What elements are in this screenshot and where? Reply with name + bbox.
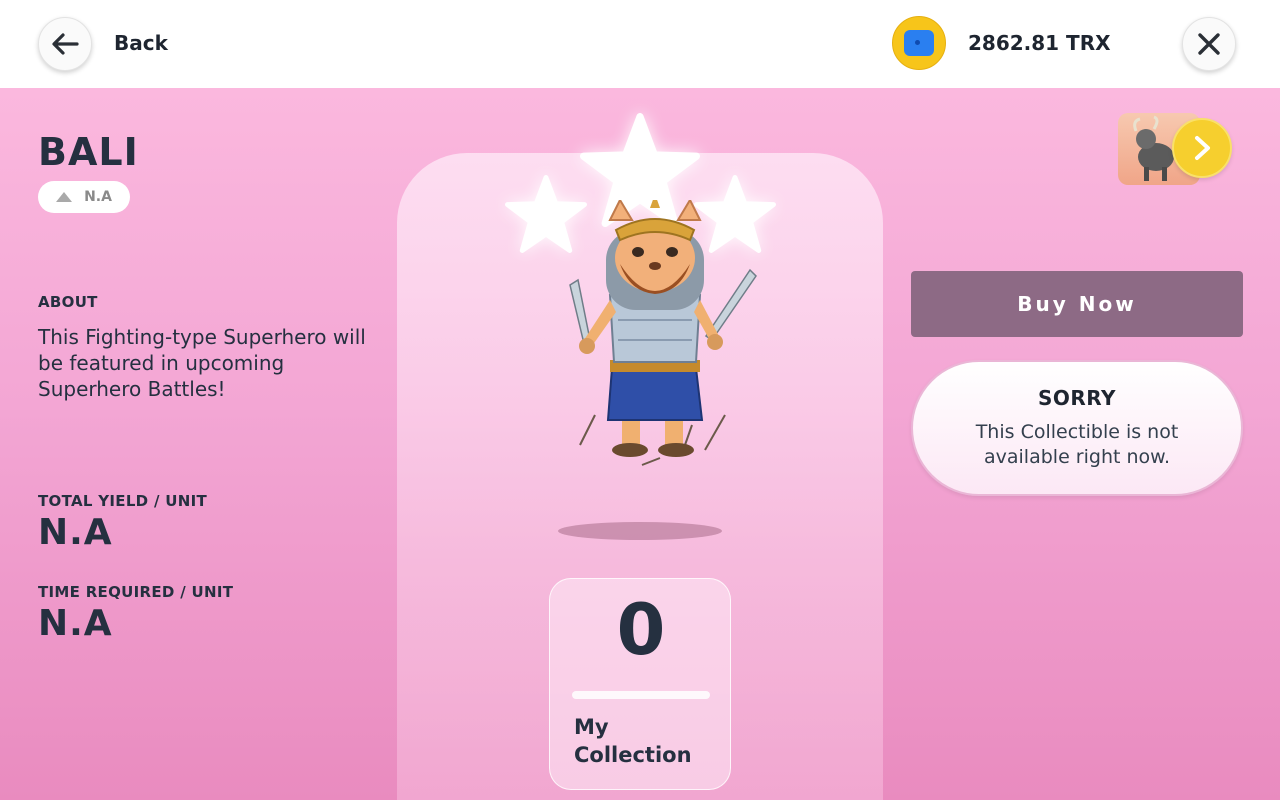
collection-label: My Collection — [574, 715, 692, 767]
yield-label: TOTAL YIELD / UNIT — [38, 492, 208, 510]
next-hero-button[interactable] — [1172, 118, 1232, 178]
yield-value: N.A — [38, 512, 113, 553]
close-icon — [1198, 33, 1220, 55]
rank-triangle-icon — [56, 192, 73, 202]
unavailable-notice: SORRY This Collectible is not available … — [911, 360, 1243, 496]
wallet-icon[interactable] — [892, 16, 946, 70]
rank-badge: N.A — [38, 181, 130, 213]
back-arrow-icon — [52, 33, 79, 55]
collection-progress-bar — [572, 691, 710, 699]
hero-detail-panel: BALI N.A ABOUT This Fighting-type Superh… — [0, 88, 1280, 800]
collection-count: 0 — [616, 589, 666, 671]
character-shadow — [558, 522, 722, 540]
notice-message: This Collectible is not available right … — [975, 421, 1179, 468]
my-collection-card: 0 My Collection — [549, 578, 731, 790]
about-label: ABOUT — [38, 293, 98, 311]
balance-amount: 2862.81 TRX — [968, 31, 1111, 55]
top-bar: Back 2862.81 TRX — [0, 0, 1280, 88]
notice-title: SORRY — [1037, 386, 1117, 410]
buy-now-button[interactable]: Buy Now — [911, 271, 1243, 337]
hero-character-illustration — [569, 200, 757, 466]
about-text: This Fighting-type Superhero will be fea… — [38, 325, 366, 401]
rank-value: N.A — [84, 189, 112, 205]
back-button[interactable] — [38, 17, 92, 71]
chevron-right-icon — [1195, 136, 1210, 160]
time-value: N.A — [38, 603, 113, 644]
back-label[interactable]: Back — [114, 31, 168, 55]
close-button[interactable] — [1182, 17, 1236, 71]
time-label: TIME REQUIRED / UNIT — [38, 583, 234, 601]
hero-name: BALI — [38, 130, 139, 174]
